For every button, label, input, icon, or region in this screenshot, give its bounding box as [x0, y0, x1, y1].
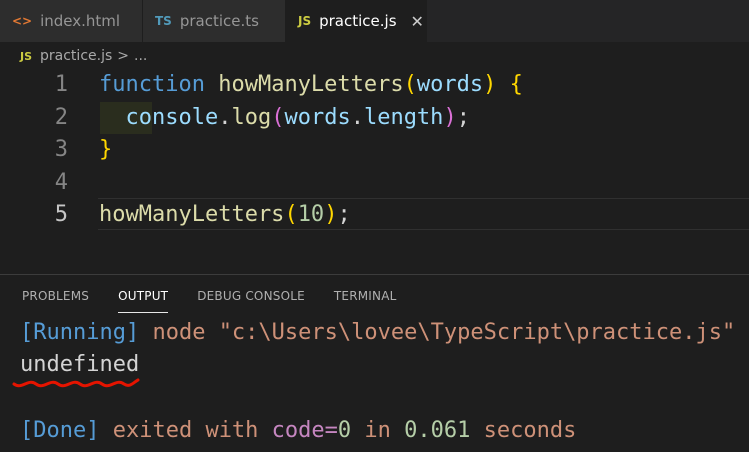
- line-number: 1: [54, 72, 68, 97]
- variable-token: words: [284, 105, 351, 130]
- line-number: 4: [54, 170, 68, 195]
- code-line-4: 4: [0, 167, 749, 199]
- typescript-file-icon: TS: [155, 14, 172, 28]
- tab-output[interactable]: OUTPUT: [118, 283, 169, 313]
- tab-label: index.html: [40, 12, 121, 30]
- code-line-5: 5 howManyLetters(10);: [0, 199, 749, 231]
- dot-token: .: [218, 105, 232, 130]
- html-file-icon: <>: [12, 14, 33, 28]
- dot-token: .: [350, 105, 364, 130]
- brace-token: }: [99, 137, 113, 162]
- breadcrumb-symbols[interactable]: ...: [134, 48, 147, 64]
- code-label: code=: [271, 418, 338, 443]
- tab-index-html[interactable]: <> index.html: [0, 0, 143, 42]
- brace-token: {: [509, 72, 523, 97]
- done-text: in: [351, 418, 405, 443]
- semicolon-token: ;: [337, 202, 351, 227]
- close-icon[interactable]: ✕: [411, 12, 424, 31]
- done-text: seconds: [470, 418, 577, 443]
- breadcrumb-separator-icon: >: [117, 48, 129, 64]
- red-underline-annotation: [12, 378, 140, 388]
- code-line-3: 3 }: [0, 134, 749, 166]
- tab-label: practice.js: [319, 12, 397, 30]
- editor-tab-bar: <> index.html TS practice.ts JS practice…: [0, 0, 749, 42]
- code-text: }: [99, 134, 112, 166]
- semicolon-token: ;: [456, 105, 470, 130]
- paren-token: (: [284, 202, 298, 227]
- tab-bar-empty-space: [427, 0, 749, 42]
- code-line-1: 1 function howManyLetters(words) {: [0, 69, 749, 101]
- exit-code: 0: [337, 418, 352, 443]
- running-tag: [Running]: [20, 320, 140, 345]
- code-line-2: 2 console.log(words.length);: [0, 102, 749, 134]
- param-token: words: [416, 72, 484, 97]
- panel-tab-bar: PROBLEMS OUTPUT DEBUG CONSOLE TERMINAL: [0, 283, 397, 313]
- paren-token: (: [271, 105, 285, 130]
- tab-practice-ts[interactable]: TS practice.ts: [143, 0, 286, 42]
- tab-terminal[interactable]: TERMINAL: [334, 283, 397, 313]
- number-token: 10: [297, 202, 325, 227]
- javascript-file-icon: JS: [20, 49, 33, 63]
- code-text: console.log(words.length);: [99, 102, 470, 134]
- breadcrumb: JS practice.js > ...: [20, 44, 147, 68]
- line-number: 3: [54, 137, 68, 162]
- panel-divider[interactable]: [0, 274, 749, 275]
- done-tag: [Done]: [20, 418, 100, 443]
- object-token: console: [125, 105, 219, 130]
- paren-token: ): [324, 202, 338, 227]
- line-number: 2: [54, 105, 68, 130]
- paren-token: ): [443, 105, 457, 130]
- breadcrumb-file[interactable]: practice.js: [40, 48, 112, 64]
- property-token: length: [363, 105, 444, 130]
- code-text: function howManyLetters(words) {: [99, 69, 523, 101]
- function-name-token: howManyLetters: [218, 72, 404, 97]
- method-token: log: [231, 105, 272, 130]
- paren-token: ): [483, 72, 497, 97]
- line-number: 5: [54, 202, 68, 227]
- keyword-token: function: [99, 72, 205, 97]
- tab-debug-console[interactable]: DEBUG CONSOLE: [197, 283, 305, 313]
- done-text: exited with: [99, 418, 272, 443]
- output-line-running: [Running] node "c:\Users\lovee\TypeScrip…: [20, 316, 735, 350]
- function-name-token: howManyLetters: [99, 202, 285, 227]
- output-line-done: [Done] exited with code=0 in 0.061 secon…: [20, 414, 576, 448]
- tab-problems[interactable]: PROBLEMS: [22, 283, 89, 313]
- elapsed-time: 0.061: [404, 418, 471, 443]
- run-command: node "c:\Users\lovee\TypeScript\practice…: [139, 320, 736, 345]
- tab-label: practice.ts: [179, 12, 259, 30]
- code-editor[interactable]: 1 function howManyLetters(words) { 2 con…: [0, 68, 749, 274]
- javascript-file-icon: JS: [298, 14, 312, 28]
- tab-practice-js[interactable]: JS practice.js ✕: [286, 0, 427, 42]
- code-text: howManyLetters(10);: [99, 199, 351, 231]
- paren-token: (: [403, 72, 417, 97]
